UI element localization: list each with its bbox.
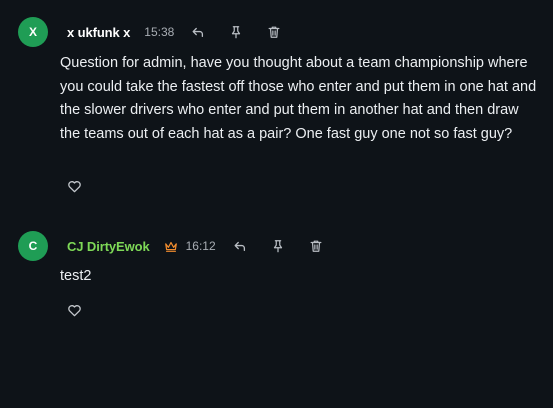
trash-icon [268,26,280,38]
reply-icon [192,27,204,38]
timestamp: 16:12 [185,239,216,253]
pin-button[interactable] [270,238,286,254]
like-button[interactable] [67,303,82,318]
message-header: x ukfunk x 15:38 [67,22,282,42]
avatar-initial: X [28,25,37,39]
delete-button[interactable] [308,238,324,254]
avatar[interactable]: C [18,231,48,261]
message-feed: X x ukfunk x 15:38 Question for admin, h… [0,0,553,408]
pin-icon [273,240,282,253]
crown-icon [164,240,178,253]
message-text: test2 [60,268,92,284]
delete-button[interactable] [266,24,282,40]
like-button[interactable] [67,179,82,194]
heart-icon [68,305,81,317]
heart-icon [68,181,81,193]
pin-button[interactable] [228,24,244,40]
timestamp: 15:38 [144,25,175,39]
message-header: CJ DirtyEwok 16:12 [67,236,324,256]
reply-button[interactable] [232,238,248,254]
author-name[interactable]: x ukfunk x [67,25,130,40]
avatar[interactable]: X [18,17,48,47]
trash-icon [310,240,322,252]
avatar-initial: C [28,239,38,253]
message-text: Question for admin, have you thought abo… [60,55,537,142]
reply-button[interactable] [190,24,206,40]
pin-icon [232,26,241,39]
reply-icon [234,241,245,252]
author-name[interactable]: CJ DirtyEwok [67,239,150,254]
